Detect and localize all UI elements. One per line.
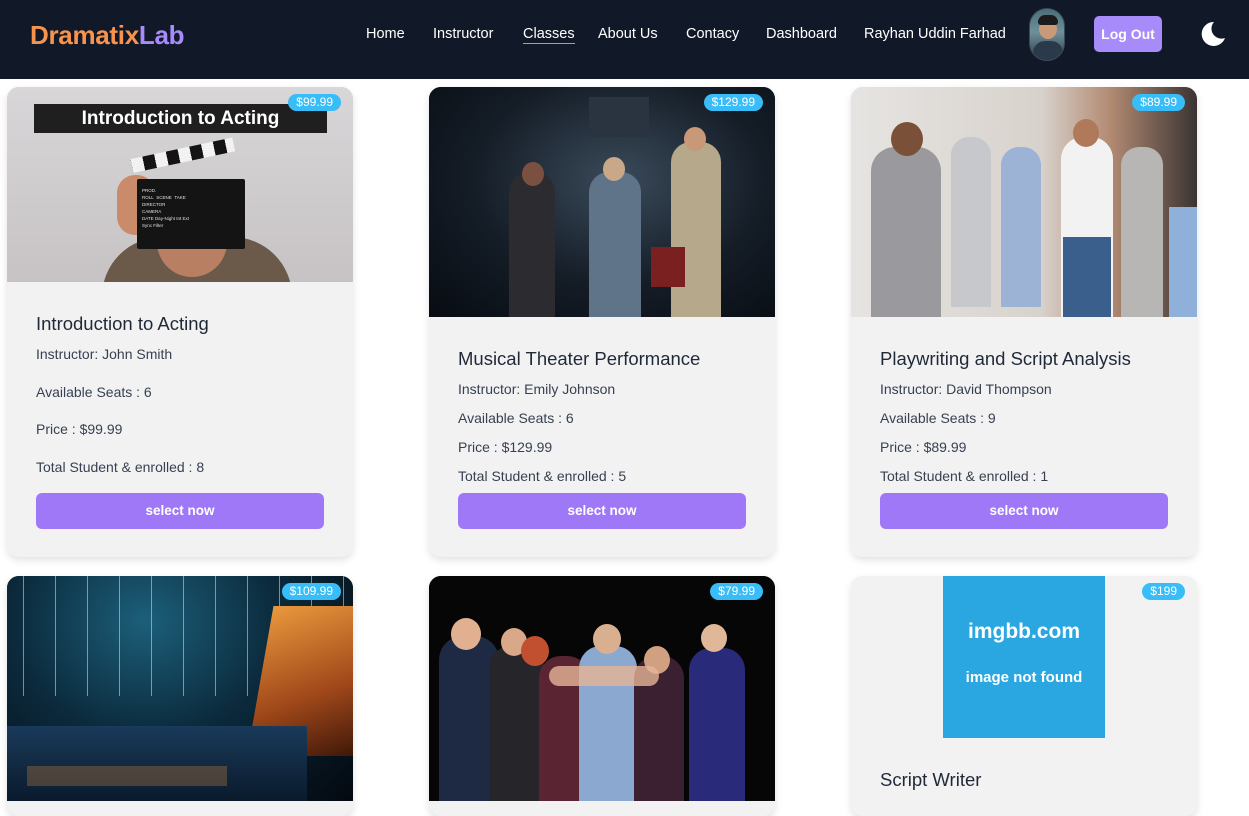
class-card: $109.99 bbox=[7, 576, 353, 816]
enrolled-line: Total Student & enrolled : 5 bbox=[458, 468, 627, 484]
clapper-camera: CAMERA bbox=[142, 209, 162, 214]
class-title: Introduction to Acting bbox=[36, 313, 209, 334]
class-image bbox=[429, 576, 775, 801]
instructor-line: Instructor: David Thompson bbox=[880, 381, 1052, 397]
class-card: $79.99 bbox=[429, 576, 775, 816]
seats-line: Available Seats : 6 bbox=[458, 410, 574, 426]
class-card: imgbb.com image not found $199 Script Wr… bbox=[851, 576, 1197, 816]
nav-home[interactable]: Home bbox=[366, 26, 405, 42]
clapper-day-night: Day-Night Int Ext bbox=[154, 216, 189, 221]
user-name: Rayhan Uddin Farhad bbox=[864, 26, 1006, 42]
nav-instructor[interactable]: Instructor bbox=[433, 26, 493, 42]
price-line: Price : $99.99 bbox=[36, 421, 123, 437]
nav-dashboard[interactable]: Dashboard bbox=[766, 26, 837, 42]
class-card: $129.99 Musical Theater Performance Inst… bbox=[429, 87, 775, 557]
class-title: Script Writer bbox=[880, 769, 982, 790]
enrolled-line: Total Student & enrolled : 8 bbox=[36, 459, 205, 475]
class-image bbox=[7, 576, 353, 801]
price-badge: $199 bbox=[1142, 583, 1185, 600]
seats-line: Available Seats : 6 bbox=[36, 384, 152, 400]
class-card: Introduction to Acting PROD. ROLL SCENE … bbox=[7, 87, 353, 557]
clapper-roll: ROLL bbox=[142, 195, 154, 200]
placeholder-title: imgbb.com bbox=[967, 620, 1080, 643]
clapper-director: DIRECTOR bbox=[142, 202, 166, 207]
clapper-scene: SCENE bbox=[156, 195, 172, 200]
price-badge: $89.99 bbox=[1132, 94, 1185, 111]
class-image: Introduction to Acting PROD. ROLL SCENE … bbox=[7, 87, 353, 282]
price-badge: $79.99 bbox=[710, 583, 763, 600]
image-not-found-placeholder: imgbb.com image not found bbox=[943, 576, 1105, 738]
select-now-button[interactable]: select now bbox=[880, 493, 1168, 529]
brand-logo[interactable]: DramatixLab bbox=[30, 20, 185, 51]
price-badge: $129.99 bbox=[703, 94, 763, 111]
class-image bbox=[851, 87, 1197, 317]
nav-about-us[interactable]: About Us bbox=[598, 26, 658, 42]
nav-classes[interactable]: Classes bbox=[523, 26, 575, 44]
brand-part-2: Lab bbox=[138, 20, 185, 50]
clapper-prod: PROD. bbox=[142, 188, 157, 193]
instructor-line: Instructor: Emily Johnson bbox=[458, 381, 616, 397]
enrolled-line: Total Student & enrolled : 1 bbox=[880, 468, 1049, 484]
placeholder-subtitle: image not found bbox=[965, 669, 1083, 686]
select-now-button[interactable]: select now bbox=[36, 493, 324, 529]
moon-icon[interactable] bbox=[1197, 19, 1227, 49]
clapper-sync: Sync Filter bbox=[142, 223, 164, 228]
image-caption-text: Introduction to Acting bbox=[81, 108, 280, 129]
select-now-button[interactable]: select now bbox=[458, 493, 746, 529]
price-line: Price : $89.99 bbox=[880, 439, 967, 455]
price-badge: $99.99 bbox=[288, 94, 341, 111]
class-title: Playwriting and Script Analysis bbox=[880, 348, 1131, 369]
instructor-line: Instructor: John Smith bbox=[36, 346, 173, 362]
clapper-date: DATE bbox=[142, 216, 154, 221]
class-image bbox=[429, 87, 775, 317]
top-navbar: DramatixLab Home Instructor Classes Abou… bbox=[0, 0, 1249, 79]
nav-contact[interactable]: Contacy bbox=[686, 26, 739, 42]
clapper-take: TAKE bbox=[174, 195, 186, 200]
logout-button[interactable]: Log Out bbox=[1094, 16, 1162, 52]
brand-part-1: Dramatix bbox=[30, 20, 139, 50]
price-line: Price : $129.99 bbox=[458, 439, 553, 455]
class-card: $89.99 Playwriting and Script Analysis I… bbox=[851, 87, 1197, 557]
user-avatar[interactable] bbox=[1029, 8, 1065, 61]
class-title: Musical Theater Performance bbox=[458, 348, 701, 369]
price-badge: $109.99 bbox=[281, 583, 341, 600]
seats-line: Available Seats : 9 bbox=[880, 410, 996, 426]
